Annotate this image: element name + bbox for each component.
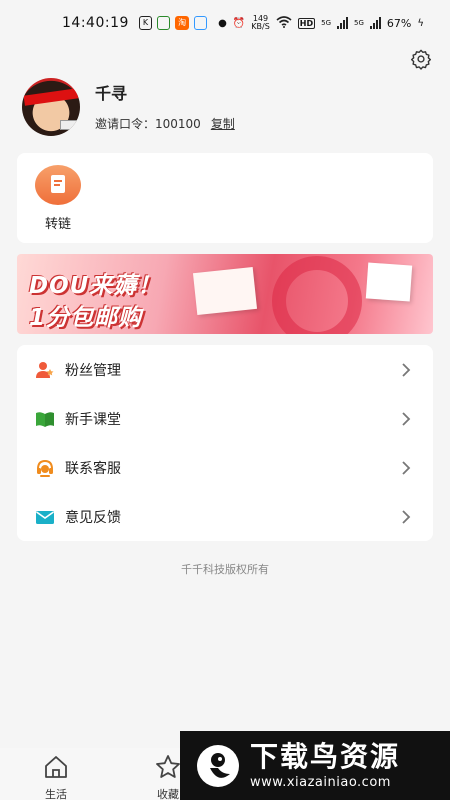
username: 千寻 [95,84,128,103]
avatar[interactable] [22,78,80,136]
banner-headline: DOU来薅！ [29,273,162,299]
banner-decoration [365,262,413,302]
app-notification-icon: K [138,16,153,30]
avatar-tag [60,120,80,130]
tools-card: 转链 [17,153,433,243]
message-notification-icon [193,16,208,30]
tab-life[interactable]: 生活 [26,754,86,800]
menu-item-support[interactable]: 联系客服 [17,443,433,492]
fans-icon [36,361,54,378]
sim1-label: 5G [321,19,332,27]
watermark-overlay: 下载鸟资源 www.xiazainiao.com [180,731,450,800]
banner-decoration [192,266,258,316]
banner-subline: 1分包邮购 [29,305,143,331]
app-notification-icon [157,16,171,30]
gear-icon [410,49,432,70]
menu-item-label: 联系客服 [65,460,121,477]
copy-invite-button[interactable]: 复制 [211,117,235,131]
tool-label: 转链 [44,217,71,232]
menu-item-label: 粉丝管理 [65,362,121,379]
invite-code-label: 邀请口令：100100 [95,117,201,131]
signal-icon [369,17,381,29]
wifi-icon [276,15,292,31]
menu-list: 粉丝管理 新手课堂 联系客服 意见反馈 [17,345,433,541]
document-icon [35,165,81,205]
watermark-title: 下载鸟资源 [250,740,401,773]
dot-icon: ● [218,17,227,29]
promo-banner[interactable]: DOU来薅！ 1分包邮购 [17,254,433,334]
chevron-right-icon [402,460,411,475]
copyright-text: 千千科技版权所有 [181,563,269,576]
net-speed: 149 KB/S [251,15,270,31]
taobao-notification-icon: 淘 [175,16,189,30]
invite-code: 邀请口令：100100 复制 [95,115,235,132]
settings-button[interactable] [410,48,432,70]
banner-decoration [272,256,362,334]
mail-icon [36,510,54,524]
signal-icon [337,17,349,29]
avatar-headband [23,88,79,106]
chevron-right-icon [402,509,411,524]
menu-item-tutorial[interactable]: 新手课堂 [17,394,433,443]
convert-link-button[interactable]: 转链 [33,165,83,232]
net-speed-unit: KB/S [251,22,270,31]
bird-logo-icon [197,744,239,787]
hd-badge: HD [297,17,316,29]
battery-level: 67% [386,16,412,30]
sim2-label: 5G [354,19,364,27]
menu-item-feedback[interactable]: 意见反馈 [17,492,433,541]
menu-item-label: 意见反馈 [65,509,121,526]
headset-icon [37,459,53,477]
profile-section: 千寻 邀请口令：100100 复制 [22,78,422,138]
watermark-url: www.xiazainiao.com [250,775,391,790]
home-icon [45,756,67,778]
status-bar: 14:40:19 K 淘 ● ⏰ 149 KB/S HD 5G 5G 67% ϟ [0,0,450,46]
star-icon [156,755,180,778]
menu-item-label: 新手课堂 [65,411,121,428]
status-time: 14:40:19 [62,15,129,31]
alarm-icon: ⏰ [232,17,246,29]
menu-item-fans[interactable]: 粉丝管理 [17,345,433,394]
chevron-right-icon [402,411,411,426]
chevron-right-icon [402,362,411,377]
tab-label: 生活 [45,788,67,800]
charging-icon: ϟ [417,17,424,29]
book-icon [36,411,54,427]
